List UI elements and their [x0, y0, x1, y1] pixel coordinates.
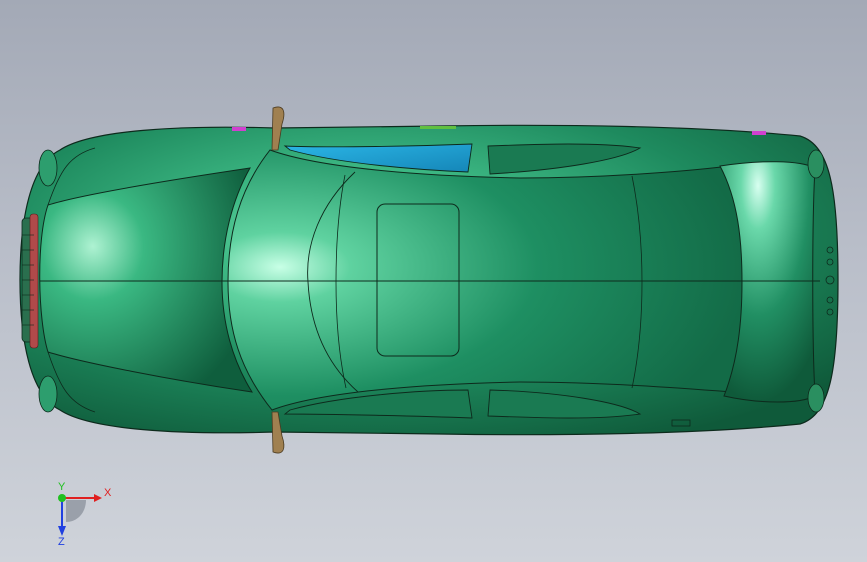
y-axis-dot [58, 494, 66, 502]
headlight-right [38, 375, 58, 413]
triad-shadow [66, 500, 86, 522]
taillight-left [807, 149, 825, 179]
roof-panel[interactable] [227, 149, 749, 411]
3d-viewport[interactable] [0, 0, 867, 562]
fuel-cap-marker [232, 127, 246, 131]
taillight-right [807, 383, 825, 413]
x-axis-arrow [94, 494, 102, 502]
orientation-triad: X Y Z [58, 482, 112, 546]
door-handle-marker [420, 126, 456, 129]
y-axis-label: Y [58, 482, 66, 493]
z-axis-arrow [58, 526, 66, 536]
x-axis-label: X [104, 487, 112, 499]
headlight-left [38, 149, 58, 187]
z-axis-label: Z [58, 536, 65, 546]
front-bumper-strip [29, 213, 39, 349]
hood-panel[interactable] [39, 167, 253, 393]
rear-marker [752, 131, 766, 135]
